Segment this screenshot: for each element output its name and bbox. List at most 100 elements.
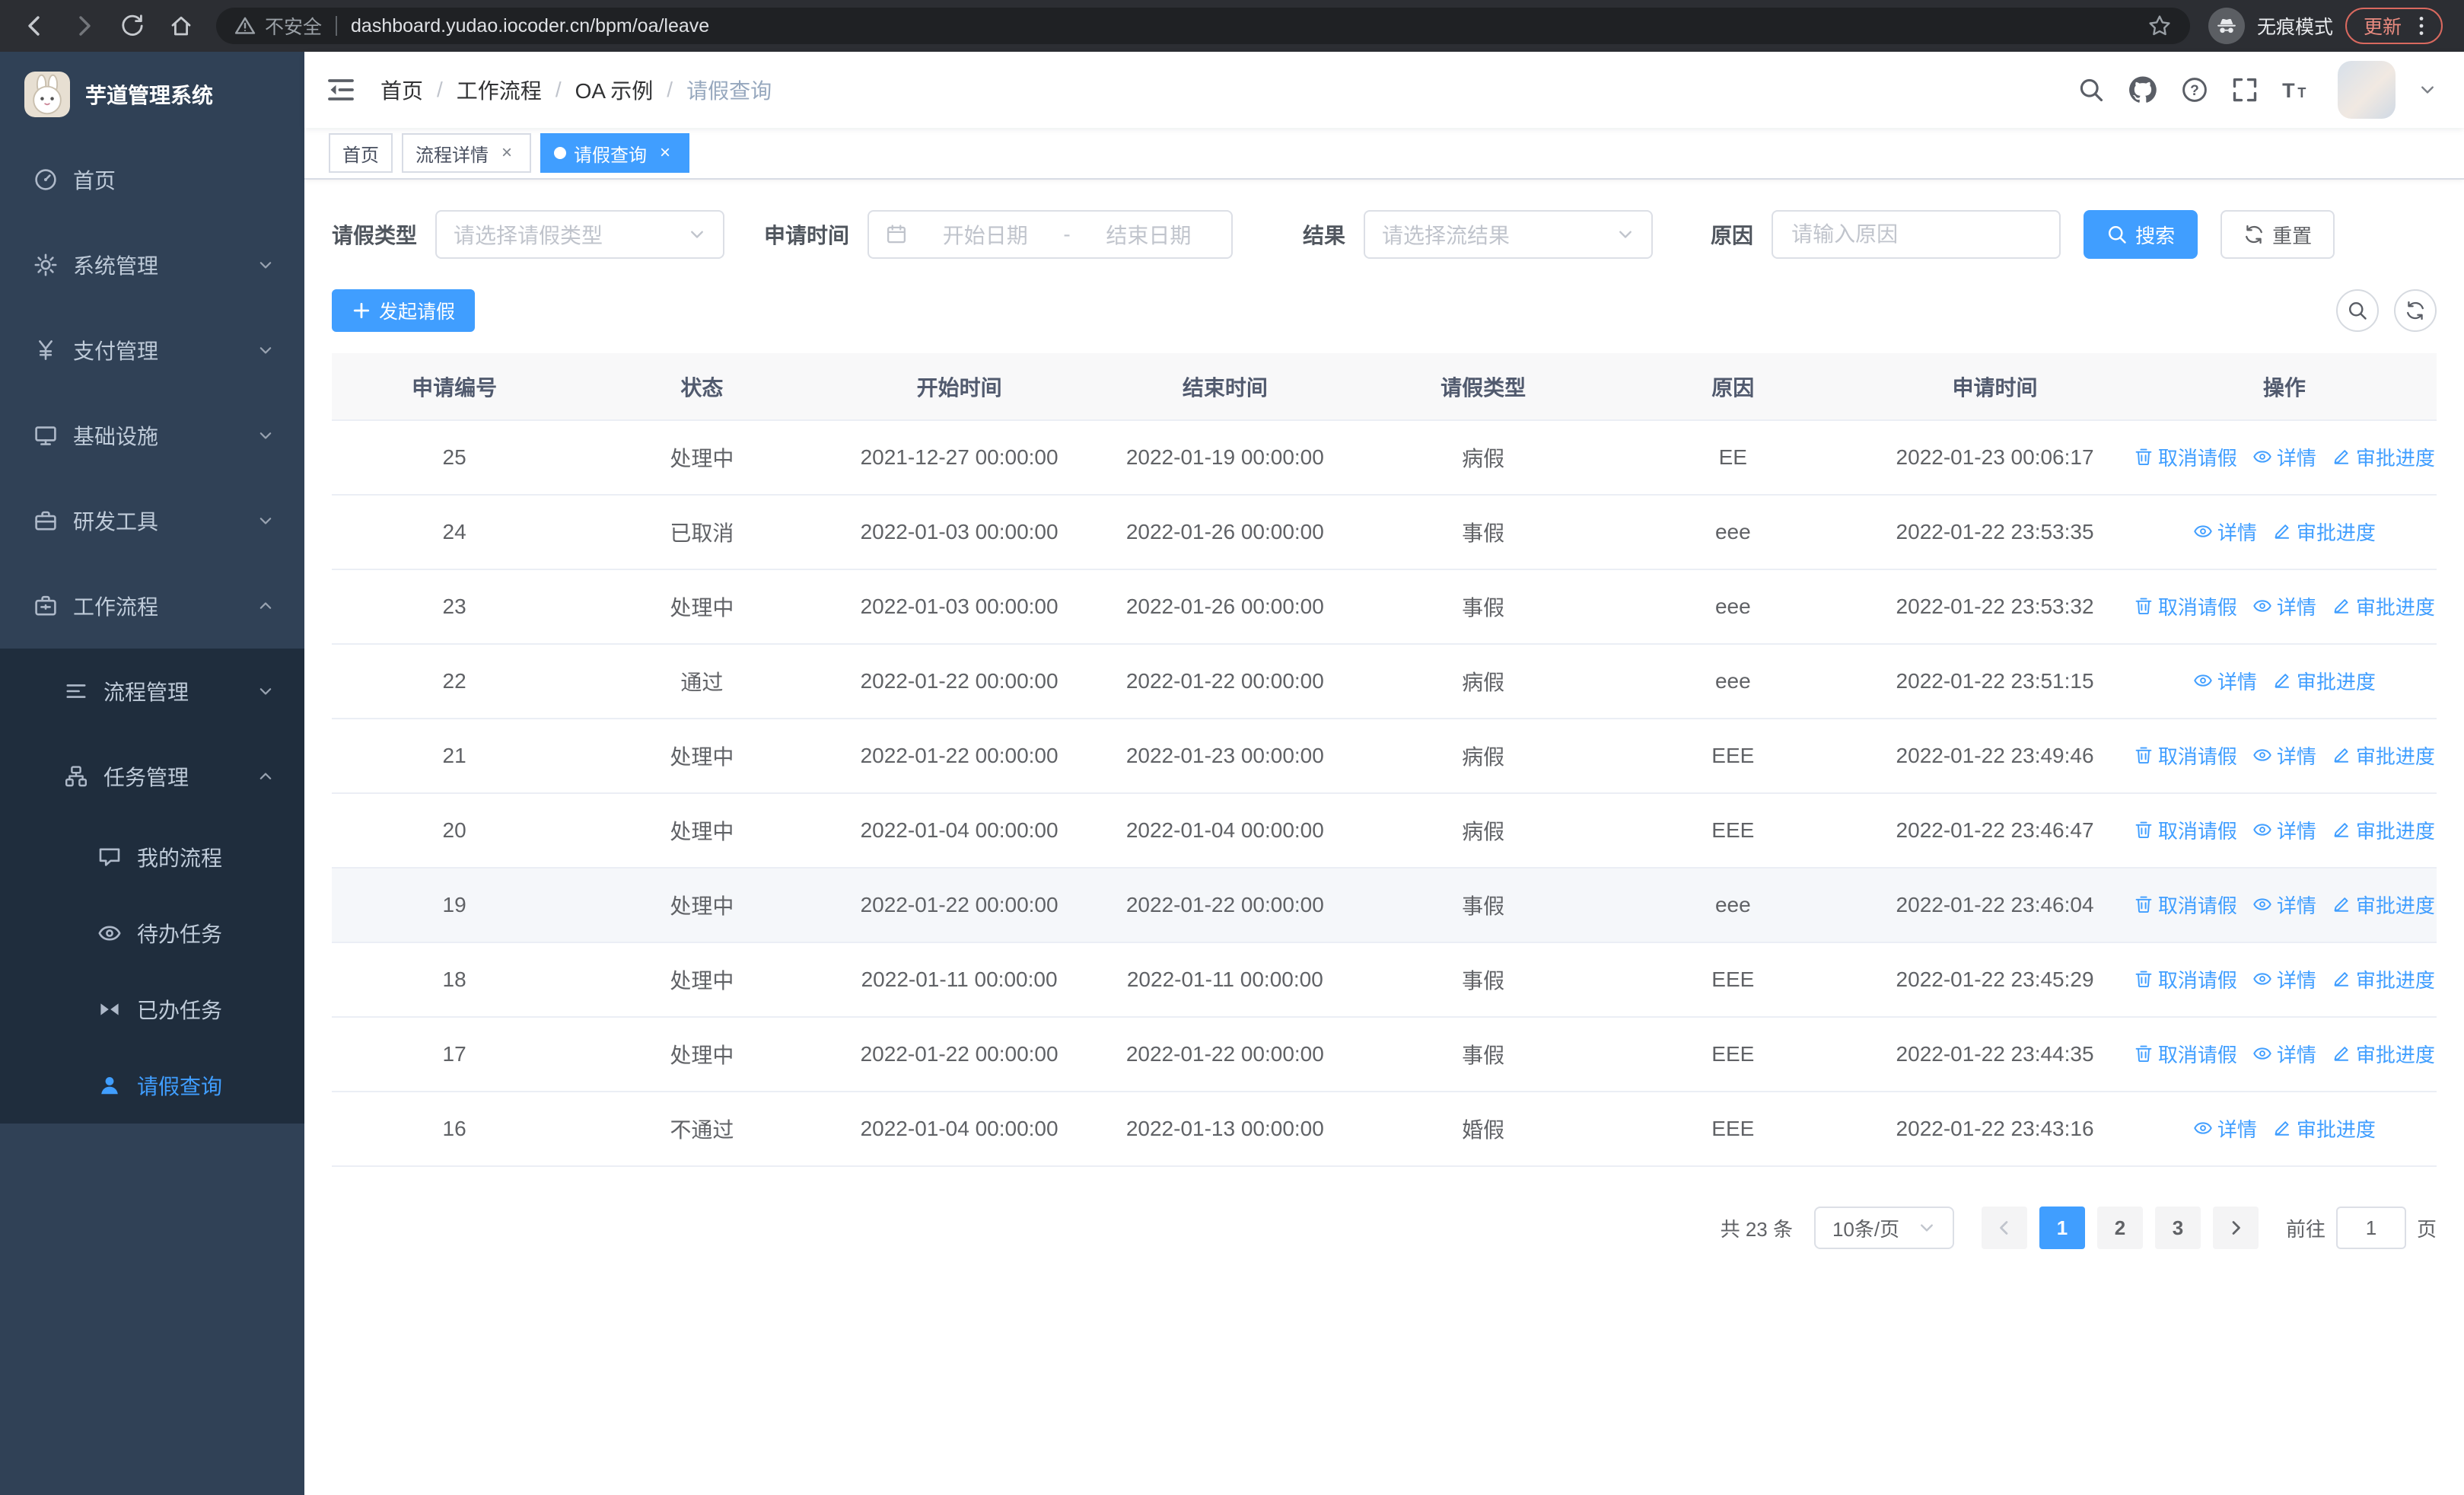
sidebar-item-todo-tasks[interactable]: 待办任务	[0, 895, 304, 971]
sidebar-item-task-mgmt[interactable]: 任务管理	[0, 734, 304, 819]
detail-action-link[interactable]: 详情	[2193, 518, 2257, 546]
progress-action-link[interactable]: 审批进度	[2272, 518, 2376, 546]
page-size-select[interactable]: 10条/页	[1813, 1207, 1954, 1249]
browser-back-icon[interactable]	[15, 6, 55, 46]
search-button[interactable]: 搜索	[2084, 210, 2198, 259]
breadcrumb-item[interactable]: 首页	[380, 75, 423, 105]
sidebar-item-done-tasks[interactable]: 已办任务	[0, 971, 304, 1047]
breadcrumb-item[interactable]: 工作流程	[457, 75, 542, 105]
detail-action-link[interactable]: 详情	[2252, 965, 2316, 993]
progress-action-link[interactable]: 审批进度	[2332, 443, 2435, 471]
next-page-button[interactable]	[2212, 1207, 2259, 1249]
refresh-table-button[interactable]	[2394, 289, 2437, 332]
detail-action-link[interactable]: 详情	[2252, 443, 2316, 471]
toggle-search-button[interactable]	[2336, 289, 2379, 332]
tag-close-icon[interactable]: ×	[654, 142, 676, 164]
tag-请假查询[interactable]: 请假查询 ×	[540, 133, 689, 173]
cancel-action-link[interactable]: 取消请假	[2134, 1040, 2237, 1068]
leave-type-select[interactable]: 请选择请假类型	[435, 210, 725, 259]
page-number-3[interactable]: 3	[2154, 1207, 2201, 1249]
fullscreen-icon[interactable]	[2231, 76, 2259, 104]
cancel-action-link[interactable]: 取消请假	[2134, 965, 2237, 993]
browser-home-icon[interactable]	[161, 6, 201, 46]
cancel-action-link[interactable]: 取消请假	[2134, 443, 2237, 471]
reset-button[interactable]: 重置	[2220, 210, 2335, 259]
cell-ops: 取消请假 详情 审批进度	[2131, 868, 2437, 943]
tag-流程详情[interactable]: 流程详情 ×	[402, 133, 531, 173]
progress-action-link[interactable]: 审批进度	[2272, 667, 2376, 695]
page-number-2[interactable]: 2	[2096, 1207, 2143, 1249]
tag-close-icon[interactable]: ×	[496, 142, 517, 164]
detail-action-link[interactable]: 详情	[2252, 741, 2316, 770]
pager: 123	[1975, 1207, 2265, 1249]
update-label: 更新	[2363, 17, 2402, 38]
view-icon	[2252, 820, 2272, 840]
bookmark-star-icon[interactable]	[2147, 14, 2172, 38]
progress-action-link[interactable]: 审批进度	[2272, 1114, 2376, 1143]
browser-reload-icon[interactable]	[113, 6, 152, 46]
progress-action-link[interactable]: 审批进度	[2332, 816, 2435, 844]
prev-page-button[interactable]	[1981, 1207, 2027, 1249]
address-bar[interactable]: 不安全 dashboard.yudao.iocoder.cn/bpm/oa/le…	[216, 8, 2190, 44]
breadcrumb-item[interactable]: OA 示例	[575, 75, 654, 105]
column-header: 操作	[2131, 353, 2437, 421]
tag-首页[interactable]: 首页	[329, 133, 393, 173]
cancel-action-link[interactable]: 取消请假	[2134, 592, 2237, 620]
page-number-1[interactable]: 1	[2039, 1207, 2085, 1249]
cell-end: 2022-01-22 00:00:00	[1091, 868, 1358, 943]
sidebar-item-payment[interactable]: 支付管理	[0, 308, 304, 393]
browser-menu-icon[interactable]	[2409, 14, 2434, 38]
detail-action-link[interactable]: 详情	[2252, 1040, 2316, 1068]
top-navbar: 首页 / 工作流程 / OA 示例 / 请假查询 ? TT	[304, 52, 2464, 128]
browser-update-button[interactable]: 更新	[2345, 8, 2443, 44]
progress-action-link[interactable]: 审批进度	[2332, 1040, 2435, 1068]
cancel-action-link[interactable]: 取消请假	[2134, 741, 2237, 770]
user-menu-caret-icon[interactable]	[2418, 81, 2437, 99]
goto-page-input[interactable]	[2335, 1207, 2406, 1249]
browser-forward-icon[interactable]	[64, 6, 103, 46]
progress-action-link[interactable]: 审批进度	[2332, 891, 2435, 919]
table-row: 17 处理中 2022-01-22 00:00:00 2022-01-22 00:00…	[332, 1017, 2437, 1092]
cell-end: 2022-01-23 00:00:00	[1091, 719, 1358, 794]
detail-action-link[interactable]: 详情	[2252, 816, 2316, 844]
detail-action-link[interactable]: 详情	[2193, 1114, 2257, 1143]
sidebar-item-home[interactable]: 首页	[0, 137, 304, 222]
user-avatar[interactable]	[2338, 61, 2396, 119]
cell-start: 2022-01-03 00:00:00	[826, 569, 1092, 645]
cell-applied: 2022-01-22 23:45:29	[1858, 942, 2132, 1018]
result-select[interactable]: 请选择流结果	[1364, 210, 1654, 259]
sidebar-item-workflow[interactable]: 工作流程	[0, 563, 304, 649]
reason-label: 原因	[1711, 224, 1754, 247]
apply-time-range-picker[interactable]: 开始日期 - 结束日期	[867, 210, 1234, 259]
sidebar-collapse-button[interactable]	[326, 75, 356, 105]
sidebar-item-my-process[interactable]: 我的流程	[0, 819, 304, 895]
view-icon	[2252, 745, 2272, 765]
sidebar-item-infrastructure[interactable]: 基础设施	[0, 393, 304, 478]
cell-reason: eee	[1608, 569, 1858, 645]
leave-type-placeholder: 请选择请假类型	[454, 224, 603, 247]
detail-action-link[interactable]: 详情	[2193, 667, 2257, 695]
cancel-action-link[interactable]: 取消请假	[2134, 816, 2237, 844]
font-size-icon[interactable]: TT	[2281, 76, 2309, 104]
progress-action-link[interactable]: 审批进度	[2332, 965, 2435, 993]
cell-applied: 2022-01-22 23:46:47	[1858, 793, 2132, 869]
cell-status: 处理中	[577, 420, 827, 496]
sidebar-item-process-mgmt[interactable]: 流程管理	[0, 649, 304, 734]
sidebar-item-label: 我的流程	[137, 846, 223, 870]
detail-action-link[interactable]: 详情	[2252, 592, 2316, 620]
result-label: 结果	[1303, 224, 1346, 247]
progress-action-link[interactable]: 审批进度	[2332, 741, 2435, 770]
docs-help-icon[interactable]: ?	[2181, 76, 2208, 104]
reason-input[interactable]	[1772, 210, 2061, 259]
cancel-action-link[interactable]: 取消请假	[2134, 891, 2237, 919]
cell-ops: 取消请假 详情 审批进度	[2131, 719, 2437, 794]
sidebar-item-system[interactable]: 系统管理	[0, 222, 304, 308]
sidebar-item-leave-query[interactable]: 请假查询	[0, 1047, 304, 1124]
chevron-down-icon	[257, 342, 274, 359]
header-search-icon[interactable]	[2077, 76, 2105, 104]
progress-action-link[interactable]: 审批进度	[2332, 592, 2435, 620]
detail-action-link[interactable]: 详情	[2252, 891, 2316, 919]
github-icon[interactable]	[2128, 75, 2158, 105]
create-leave-button[interactable]: 发起请假	[332, 289, 476, 332]
sidebar-item-dev-tools[interactable]: 研发工具	[0, 478, 304, 563]
